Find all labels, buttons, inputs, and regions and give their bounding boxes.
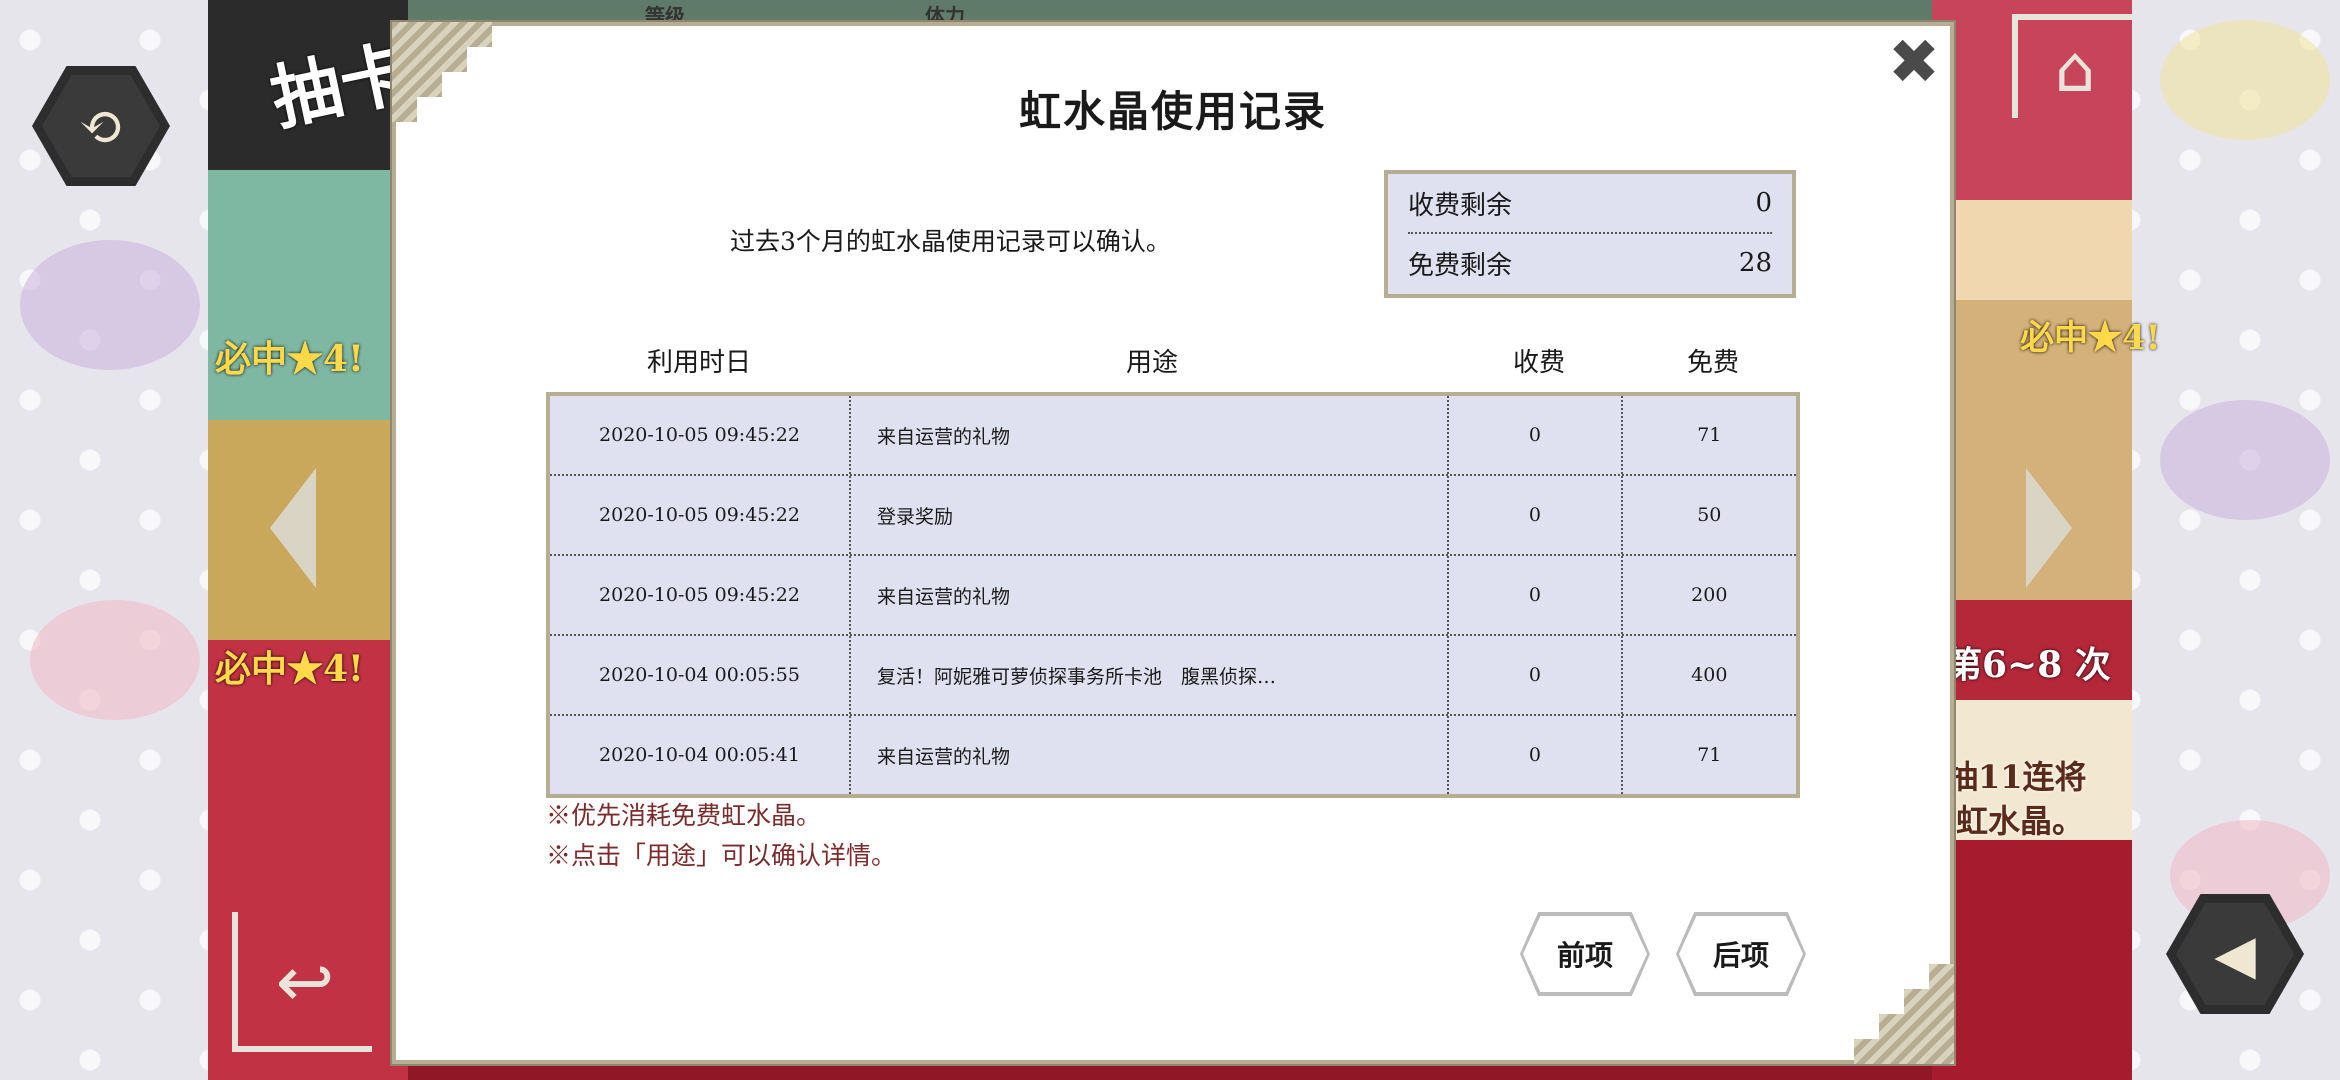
cell-free: 71 (1697, 424, 1722, 446)
cell-date: 2020-10-04 00:05:55 (550, 636, 852, 714)
dialog-subtitle: 过去3个月的虹水晶使用记录可以确认。 (730, 227, 1171, 256)
decor-blob (20, 240, 200, 370)
prev-page-button[interactable]: 前项 (1523, 916, 1647, 992)
crystal-history-dialog: ✖ 虹水晶使用记录 过去3个月的虹水晶使用记录可以确认。 收费剩余 0 免费剩余… (392, 22, 1954, 1064)
note-line: ※优先消耗免费虹水晶。 (546, 801, 822, 830)
table-row: 2020-10-05 09:45:22 登录奖励 0 50 (550, 476, 1796, 556)
dialog-title: 虹水晶使用记录 (1018, 87, 1327, 136)
note-line: ※点击「用途」可以确认详情。 (546, 841, 897, 870)
column-header-free: 免费 (1686, 348, 1739, 378)
table-header: 利用时日 用途 收费 免费 (546, 342, 1800, 382)
cell-free: 400 (1691, 664, 1728, 686)
cell-usage[interactable]: 复活！阿妮雅可萝侦探事务所卡池 腹黑侦探… (851, 636, 1450, 714)
cell-free: 71 (1697, 744, 1722, 766)
decor-blob (2160, 20, 2330, 140)
next-page-button[interactable]: 后项 (1679, 916, 1803, 992)
paid-balance-label: 收费剩余 (1408, 190, 1513, 221)
badge-guaranteed: 必中★4! (2020, 318, 2161, 358)
cell-date: 2020-10-04 00:05:41 (550, 716, 852, 794)
cell-date: 2020-10-05 09:45:22 (550, 476, 852, 554)
free-balance-label: 免费剩余 (1408, 250, 1513, 281)
badge-guaranteed: 必中★4! (215, 338, 364, 380)
refresh-icon: ⟲ (42, 75, 160, 177)
cell-paid: 0 (1449, 636, 1623, 714)
balance-panel: 收费剩余 0 免费剩余 28 (1384, 170, 1796, 298)
cell-usage[interactable]: 来自运营的礼物 (851, 396, 1450, 474)
column-header-paid: 收费 (1512, 348, 1565, 378)
notes: ※优先消耗免费虹水晶。 ※点击「用途」可以确认详情。 (546, 796, 896, 876)
cell-paid: 0 (1449, 476, 1623, 554)
paid-balance-value: 0 (1755, 188, 1772, 218)
decor-blob (30, 600, 200, 720)
cell-usage[interactable]: 登录奖励 (851, 476, 1450, 554)
cell-paid: 0 (1449, 716, 1623, 794)
decor-blob (2160, 400, 2330, 520)
cell-free: 200 (1691, 584, 1728, 606)
side-text: 第6~8 次 (1946, 644, 2111, 686)
back-icon[interactable]: ↩ (232, 912, 372, 1052)
badge-guaranteed: 必中★4! (215, 648, 364, 690)
side-text: 抽11连将 (1946, 758, 2087, 796)
column-header-usage: 用途 (1125, 348, 1178, 378)
table-row: 2020-10-05 09:45:22 来自运营的礼物 0 71 (550, 396, 1796, 476)
cell-usage[interactable]: 来自运营的礼物 (851, 556, 1450, 634)
prev-banner-arrow[interactable] (270, 468, 316, 588)
next-banner-arrow[interactable] (2026, 468, 2072, 588)
cell-usage[interactable]: 来自运营的礼物 (851, 716, 1450, 794)
speaker-icon: ◀ (2176, 903, 2294, 1005)
cell-date: 2020-10-05 09:45:22 (550, 396, 852, 474)
home-icon[interactable]: ⌂ (2012, 14, 2132, 118)
history-table: 2020-10-05 09:45:22 来自运营的礼物 0 71 2020-10… (546, 392, 1800, 798)
side-text: 虹水晶。 (1956, 802, 2085, 840)
cell-paid: 0 (1449, 556, 1623, 634)
cell-date: 2020-10-05 09:45:22 (550, 556, 852, 634)
table-row: 2020-10-04 00:05:41 来自运营的礼物 0 71 (550, 716, 1796, 794)
cell-paid: 0 (1449, 396, 1623, 474)
dialog-corner-decoration (1854, 964, 1954, 1064)
free-balance-value: 28 (1738, 248, 1772, 278)
column-header-date: 利用时日 (646, 348, 751, 378)
table-row: 2020-10-04 00:05:55 复活！阿妮雅可萝侦探事务所卡池 腹黑侦探… (550, 636, 1796, 716)
free-balance-row: 免费剩余 28 (1408, 234, 1772, 292)
paid-balance-row: 收费剩余 0 (1408, 174, 1772, 234)
cell-free: 50 (1697, 504, 1722, 526)
table-row: 2020-10-05 09:45:22 来自运营的礼物 0 200 (550, 556, 1796, 636)
